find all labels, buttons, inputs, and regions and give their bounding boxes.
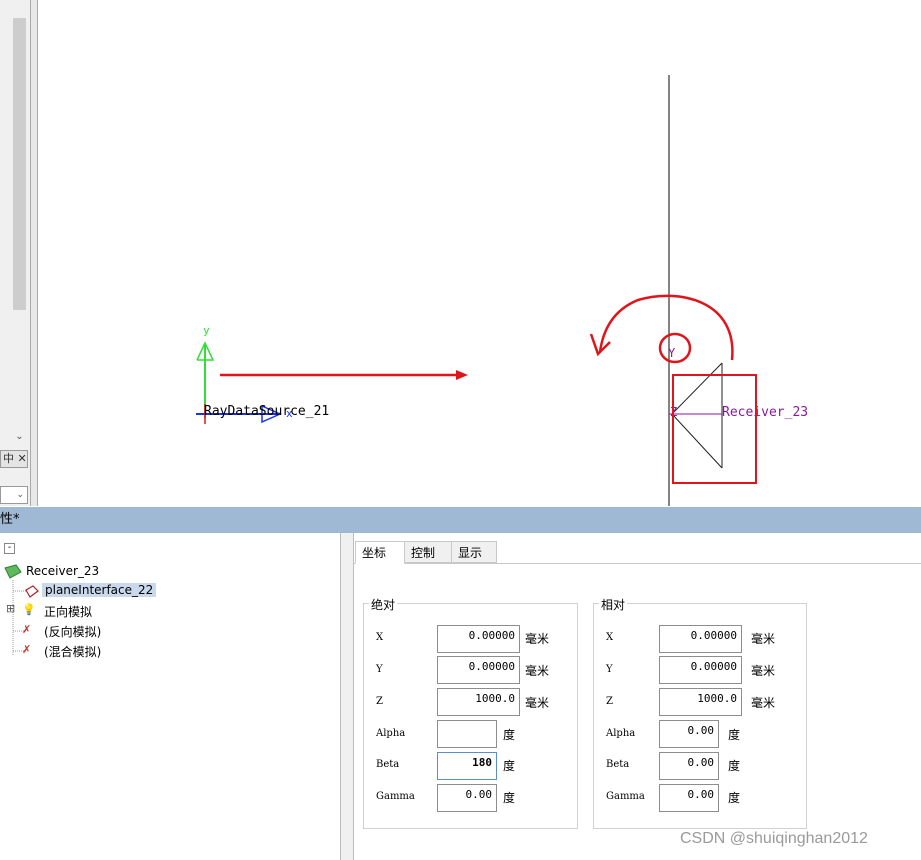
rel-y-label: Y <box>606 664 613 675</box>
plane-interface-icon <box>25 585 39 598</box>
rel-x-input[interactable]: 0.00000 <box>659 625 742 653</box>
abs-y-input[interactable]: 0.00000 <box>437 656 520 684</box>
tab-display[interactable]: 显示 <box>451 541 497 563</box>
tab-control[interactable]: 控制 <box>404 541 452 563</box>
receiver-name-label: Receiver_23 <box>722 405 808 420</box>
receiver-y-label: Y <box>668 346 676 360</box>
watermark: CSDN @shuiqinghan2012 <box>680 830 868 847</box>
bulb-disabled-icon: ✗ <box>22 643 32 656</box>
annotation-arrowhead <box>456 370 468 380</box>
collapse-button[interactable]: - <box>4 543 15 554</box>
abs-beta-input[interactable]: 180 <box>437 752 497 780</box>
abs-alpha-label: Alpha <box>376 728 406 739</box>
absolute-group-title: 绝对 <box>369 596 398 613</box>
receiver-triangle <box>671 362 723 469</box>
rel-z-input[interactable]: 1000.0 <box>659 688 742 716</box>
tab-coordinates[interactable]: 坐标 <box>355 541 405 564</box>
rel-alpha-input[interactable]: 0.00 <box>659 720 719 748</box>
source-y-label: y <box>203 324 210 337</box>
vertical-splitter[interactable] <box>30 0 38 506</box>
rel-gamma-input[interactable]: 0.00 <box>659 784 719 812</box>
rel-beta-label: Beta <box>606 759 630 770</box>
tree-item-label: 正向模拟 <box>44 605 93 619</box>
pane-splitter[interactable] <box>340 533 354 860</box>
scroll-down-icon[interactable]: ⌄ <box>13 430 26 444</box>
rel-z-unit: 毫米 <box>751 696 776 710</box>
rel-y-input[interactable]: 0.00000 <box>659 656 742 684</box>
abs-y-label: Y <box>376 664 383 675</box>
tree-item-label: planeInterface_22 <box>42 583 157 597</box>
tree-item-label: (混合模拟) <box>44 645 102 659</box>
rel-beta-input[interactable]: 0.00 <box>659 752 719 780</box>
expand-icon[interactable]: ⊞ <box>6 602 15 615</box>
rel-gamma-label: Gamma <box>606 791 645 802</box>
rel-beta-unit: 度 <box>728 759 741 773</box>
rel-y-unit: 毫米 <box>751 664 776 678</box>
abs-gamma-unit: 度 <box>503 791 516 805</box>
rel-alpha-label: Alpha <box>606 728 636 739</box>
abs-x-input[interactable]: 0.00000 <box>437 625 520 653</box>
abs-z-input[interactable]: 1000.0 <box>437 688 520 716</box>
abs-gamma-label: Gamma <box>376 791 415 802</box>
bulb-disabled-icon: ✗ <box>22 623 32 636</box>
rotation-annotation-arrow <box>598 294 734 361</box>
panel-title-bar: 性* <box>0 507 921 533</box>
relative-group-title: 相对 <box>599 596 628 613</box>
abs-y-unit: 毫米 <box>525 664 550 678</box>
scrollbar-thumb[interactable] <box>13 18 26 310</box>
receiver-folder-icon <box>4 564 22 579</box>
bulb-icon: 💡 <box>22 603 36 616</box>
rel-alpha-unit: 度 <box>728 728 741 742</box>
tree-item-label: (反向模拟) <box>44 625 102 639</box>
rel-x-unit: 毫米 <box>751 632 776 646</box>
abs-x-label: X <box>376 632 384 643</box>
abs-x-unit: 毫米 <box>525 632 550 646</box>
source-name-label: RayDataSource_21 <box>204 404 329 419</box>
abs-beta-label: Beta <box>376 759 400 770</box>
viewport-canvas: y x RayDataSource_21 Y Z Receiver_23 <box>196 75 808 506</box>
tree-root-label: Receiver_23 <box>26 564 100 578</box>
rel-x-label: X <box>606 632 614 643</box>
rel-z-label: Z <box>606 696 613 707</box>
3d-viewport[interactable]: y x RayDataSource_21 Y Z Receiver_23 <box>38 0 921 506</box>
abs-z-unit: 毫米 <box>525 696 550 710</box>
rel-gamma-unit: 度 <box>728 791 741 805</box>
abs-z-label: Z <box>376 696 383 707</box>
abs-gamma-input[interactable]: 0.00 <box>437 784 497 812</box>
abs-alpha-unit: 度 <box>503 728 516 742</box>
docked-dropdown[interactable]: ⌄ <box>0 486 28 504</box>
abs-alpha-input[interactable] <box>437 720 497 748</box>
docked-tab[interactable]: 中 ✕ <box>0 450 28 468</box>
panel-title: 性* <box>0 512 20 527</box>
abs-beta-unit: 度 <box>503 759 516 773</box>
